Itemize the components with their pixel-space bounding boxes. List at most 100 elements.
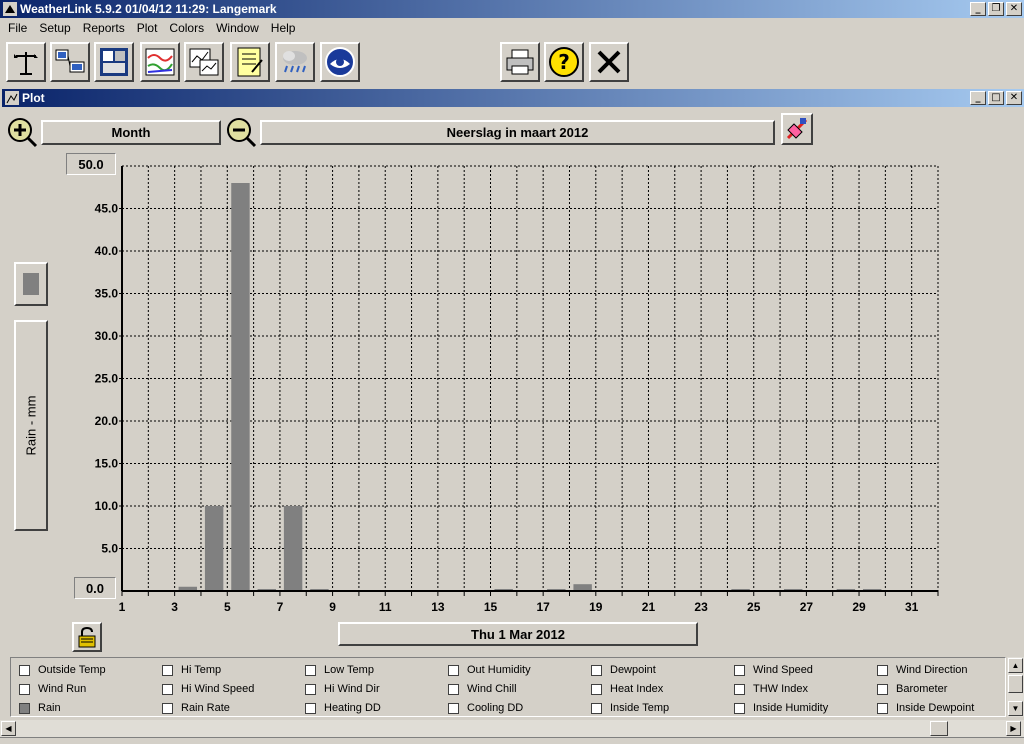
legend-checkbox[interactable] bbox=[448, 664, 459, 676]
legend-item[interactable]: Inside Dewpoint bbox=[877, 700, 974, 716]
legend-item[interactable]: Hi Wind Speed bbox=[162, 681, 254, 697]
legend-checkbox[interactable] bbox=[877, 683, 888, 695]
svg-text:?: ? bbox=[558, 50, 570, 74]
plot-button[interactable] bbox=[184, 42, 224, 82]
legend-label: Wind Direction bbox=[896, 664, 968, 676]
legend-item[interactable]: Rain Rate bbox=[162, 700, 230, 716]
legend-item[interactable]: Hi Temp bbox=[162, 662, 221, 678]
legend-checkbox[interactable] bbox=[305, 702, 316, 714]
plot-minimize-button[interactable]: _ bbox=[970, 91, 986, 105]
notebook-button[interactable] bbox=[230, 42, 270, 82]
bulletin-button[interactable] bbox=[94, 42, 134, 82]
period-selector[interactable]: Month bbox=[41, 120, 221, 145]
x-tick-label: 19 bbox=[589, 600, 603, 614]
x-tick-label: 21 bbox=[642, 600, 656, 614]
legend-checkbox[interactable] bbox=[734, 702, 745, 714]
noaa-button[interactable] bbox=[320, 42, 360, 82]
legend-checkbox[interactable] bbox=[591, 683, 602, 695]
legend-item[interactable]: Out Humidity bbox=[448, 662, 531, 678]
scroll-thumb[interactable] bbox=[1008, 675, 1023, 693]
date-field[interactable]: Thu 1 Mar 2012 bbox=[338, 622, 698, 646]
legend-checkbox[interactable] bbox=[734, 664, 745, 676]
minimize-button[interactable]: _ bbox=[970, 2, 986, 16]
menu-setup[interactable]: Setup bbox=[33, 21, 76, 35]
legend-item[interactable]: Wind Speed bbox=[734, 662, 813, 678]
help-button[interactable]: ? bbox=[544, 42, 584, 82]
x-tick-label: 25 bbox=[747, 600, 761, 614]
legend-checkbox[interactable] bbox=[591, 702, 602, 714]
plot-maximize-button[interactable]: □ bbox=[988, 91, 1004, 105]
legend-item[interactable]: Wind Direction bbox=[877, 662, 968, 678]
legend-label: Outside Temp bbox=[38, 664, 106, 676]
menu-file[interactable]: File bbox=[2, 21, 33, 35]
legend-checkbox[interactable] bbox=[305, 683, 316, 695]
legend-checkbox[interactable] bbox=[19, 702, 30, 714]
menu-window[interactable]: Window bbox=[210, 21, 265, 35]
menu-plot[interactable]: Plot bbox=[131, 21, 164, 35]
plot-close-button[interactable]: ✕ bbox=[1006, 91, 1022, 105]
legend-label: Hi Temp bbox=[181, 664, 222, 676]
legend-item[interactable]: Cooling DD bbox=[448, 700, 523, 716]
bulletin-icon bbox=[100, 48, 128, 76]
legend-item[interactable]: Inside Temp bbox=[591, 700, 669, 716]
legend-checkbox[interactable] bbox=[305, 664, 316, 676]
legend-item[interactable]: Barometer bbox=[877, 681, 947, 697]
chart-title-field[interactable]: Neerslag in maart 2012 bbox=[260, 120, 775, 145]
legend-item[interactable]: Rain bbox=[19, 700, 61, 716]
legend-item[interactable]: Outside Temp bbox=[19, 662, 106, 678]
x-tick-label: 3 bbox=[171, 600, 178, 614]
legend-item[interactable]: Dewpoint bbox=[591, 662, 656, 678]
legend-item[interactable]: Low Temp bbox=[305, 662, 374, 678]
legend-item[interactable]: Heating DD bbox=[305, 700, 381, 716]
rain-cloud-icon bbox=[283, 51, 307, 73]
print-button[interactable] bbox=[500, 42, 540, 82]
legend-checkbox[interactable] bbox=[162, 683, 173, 695]
legend-scrollbar[interactable]: ▲ ▼ bbox=[1007, 657, 1024, 717]
legend-checkbox[interactable] bbox=[877, 664, 888, 676]
legend-checkbox[interactable] bbox=[19, 664, 30, 676]
noaa-icon bbox=[325, 47, 355, 77]
legend-item[interactable]: Wind Run bbox=[19, 681, 86, 697]
scroll-right-arrow[interactable]: ▶ bbox=[1006, 721, 1021, 736]
station-button[interactable] bbox=[6, 42, 46, 82]
legend-checkbox[interactable] bbox=[19, 683, 30, 695]
close-window-button[interactable]: ✕ bbox=[1006, 2, 1022, 16]
scroll-left-arrow[interactable]: ◀ bbox=[1, 721, 16, 736]
eraser-button[interactable] bbox=[781, 113, 813, 145]
zoom-out-button[interactable] bbox=[225, 116, 257, 148]
legend-label: Inside Humidity bbox=[753, 702, 829, 714]
legend-item[interactable]: Wind Chill bbox=[448, 681, 517, 697]
station-icon bbox=[14, 52, 38, 75]
horizontal-scrollbar[interactable]: ◀ ▶ bbox=[0, 720, 1024, 737]
legend-label: Inside Temp bbox=[610, 702, 670, 714]
menu-reports[interactable]: Reports bbox=[77, 21, 131, 35]
restore-button[interactable]: ❐ bbox=[988, 2, 1004, 16]
legend-label: THW Index bbox=[753, 683, 809, 695]
legend-checkbox[interactable] bbox=[448, 702, 459, 714]
legend-item[interactable]: Inside Humidity bbox=[734, 700, 828, 716]
h-scroll-thumb[interactable] bbox=[930, 721, 948, 736]
zoom-in-button[interactable] bbox=[6, 116, 38, 148]
legend-item[interactable]: Heat Index bbox=[591, 681, 663, 697]
scroll-down-arrow[interactable]: ▼ bbox=[1008, 701, 1023, 716]
download-button[interactable] bbox=[50, 42, 90, 82]
legend-checkbox[interactable] bbox=[877, 702, 888, 714]
menu-colors[interactable]: Colors bbox=[163, 21, 210, 35]
rain-bar bbox=[573, 584, 592, 591]
x-tick-label: 15 bbox=[484, 600, 498, 614]
legend-checkbox[interactable] bbox=[448, 683, 459, 695]
scroll-up-arrow[interactable]: ▲ bbox=[1008, 658, 1023, 673]
close-button[interactable] bbox=[589, 42, 629, 82]
lock-button[interactable] bbox=[72, 622, 102, 652]
print-icon bbox=[506, 49, 534, 75]
legend-checkbox[interactable] bbox=[734, 683, 745, 695]
menu-help[interactable]: Help bbox=[265, 21, 302, 35]
legend-label: Wind Run bbox=[38, 683, 87, 695]
strip-chart-button[interactable] bbox=[140, 42, 180, 82]
legend-item[interactable]: THW Index bbox=[734, 681, 808, 697]
legend-checkbox[interactable] bbox=[591, 664, 602, 676]
rain-cloud-button[interactable] bbox=[275, 42, 315, 82]
legend-checkbox[interactable] bbox=[162, 664, 173, 676]
legend-checkbox[interactable] bbox=[162, 702, 173, 714]
legend-item[interactable]: Hi Wind Dir bbox=[305, 681, 380, 697]
